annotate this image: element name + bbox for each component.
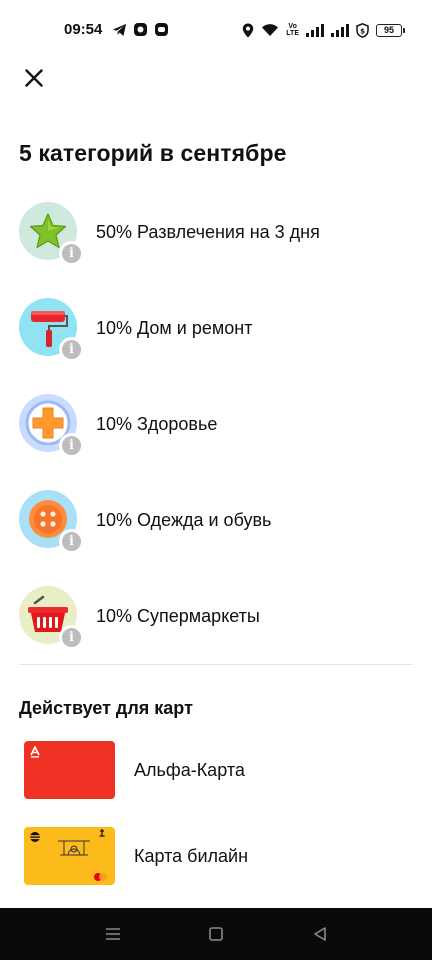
close-icon [25,69,43,87]
info-icon[interactable]: i [59,433,84,458]
category-icon-wrap: i [19,586,84,650]
info-icon[interactable]: i [59,625,84,650]
category-icon-wrap: i [19,490,84,554]
card-label: Карта билайн [134,845,249,866]
status-right-icons: Vo LTE $ 95 [242,21,405,39]
category-item-health[interactable]: i 10% Здоровье [19,389,413,459]
category-label: 10% Здоровье [96,413,218,434]
card-item-beeline[interactable]: Карта билайн [24,825,414,887]
volte-top-label: Vo [288,23,297,30]
system-nav-bar [0,908,432,960]
category-icon-wrap: i [19,202,84,266]
page-title: 5 категорий в сентябре [19,140,287,166]
category-item-entertainment[interactable]: i 50% Развлечения на 3 дня [19,197,413,267]
category-item-supermarkets[interactable]: i 10% Супермаркеты [19,581,413,651]
category-label: 10% Супермаркеты [96,605,260,626]
alfa-logo-icon [30,746,40,758]
wifi-icon [261,23,279,37]
card-item-alfa[interactable]: Альфа-Карта [24,739,414,801]
category-label: 10% Одежда и обувь [96,509,272,530]
menu-icon [106,928,120,940]
back-button[interactable] [309,924,331,944]
status-time: 09:54 [64,21,103,38]
status-bar: 09:54 Vo LTE $ 95 [0,0,432,60]
svg-text:$: $ [360,27,365,35]
telegram-icon [112,23,127,37]
category-item-home[interactable]: i 10% Дом и ремонт [19,293,413,363]
back-icon [314,927,326,941]
signal-icon-2 [331,23,349,37]
close-button[interactable] [20,64,48,92]
status-left-icons [112,22,169,37]
divider [19,664,413,665]
card-thumbnail [24,827,115,885]
category-item-clothing[interactable]: i 10% Одежда и обувь [19,485,413,555]
info-icon[interactable]: i [59,337,84,362]
category-icon-wrap: i [19,394,84,458]
category-label: 10% Дом и ремонт [96,317,253,338]
chat-icon [154,22,169,37]
battery-icon: 95 [376,23,405,37]
cards-section-title: Действует для карт [19,698,193,718]
signal-icon [306,23,324,37]
category-icon-wrap: i [19,298,84,362]
volte-bottom-label: LTE [286,30,299,37]
beeline-logo-icon [30,829,107,881]
home-button[interactable] [205,924,227,944]
shield-icon: $ [356,22,369,38]
menu-button[interactable] [102,924,124,944]
volte-icon: Vo LTE [286,23,299,37]
category-label: 50% Развлечения на 3 дня [96,221,320,242]
battery-level: 95 [383,25,394,35]
home-icon [209,927,223,941]
notification-icon [133,22,148,37]
card-thumbnail [24,741,115,799]
info-icon[interactable]: i [59,529,84,554]
location-icon [242,23,254,38]
info-icon[interactable]: i [59,241,84,266]
card-label: Альфа-Карта [134,759,245,780]
